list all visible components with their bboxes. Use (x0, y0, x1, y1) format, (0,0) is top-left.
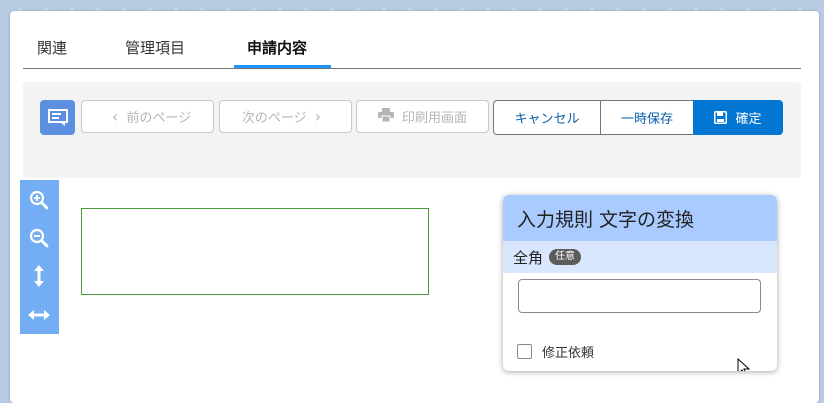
cancel-button[interactable]: キャンセル (493, 100, 600, 135)
optional-badge: 任意 (549, 249, 582, 265)
temporary-save-button[interactable]: 一時保存 (600, 100, 693, 135)
confirm-button[interactable]: 確定 (693, 100, 783, 135)
document-view-button[interactable] (40, 100, 75, 135)
prev-page-label: 前のページ (126, 111, 192, 126)
chevron-left-icon: ‹ (111, 107, 119, 126)
correction-request-checkbox[interactable] (517, 344, 532, 359)
conversion-input[interactable] (518, 279, 761, 313)
input-rule-popup: 入力規則 文字の変換 全角 任意 修正依頼 (503, 195, 777, 371)
tab-application[interactable]: 申請内容 (247, 37, 307, 58)
print-view-button[interactable]: 印刷用画面 (356, 100, 489, 133)
active-tab-indicator (234, 65, 331, 68)
selected-input-region[interactable] (81, 208, 429, 295)
next-page-label: 次のページ (241, 111, 307, 126)
zoom-toolbar (20, 180, 59, 334)
next-page-button[interactable]: 次のページ › (219, 100, 352, 133)
fit-width-icon[interactable] (28, 304, 50, 326)
save-disk-icon (714, 111, 728, 124)
action-button-group: キャンセル 一時保存 確定 (493, 100, 783, 135)
tab-related[interactable]: 関連 (37, 37, 67, 58)
popup-title: 入力規則 文字の変換 (503, 195, 777, 241)
zoom-out-icon[interactable] (28, 227, 50, 249)
mouse-cursor-icon (737, 358, 751, 371)
tab-bar: 関連 管理項目 申請内容 (23, 11, 801, 69)
confirm-label: 確定 (735, 112, 762, 127)
correction-request-label: 修正依頼 (542, 346, 595, 361)
toolbar: ‹ 前のページ 次のページ › 印刷用画面 キャンセル 一時保存 確定 (23, 82, 801, 178)
prev-page-button[interactable]: ‹ 前のページ (81, 100, 214, 133)
print-view-label: 印刷用画面 (401, 111, 467, 126)
document-icon (47, 108, 68, 126)
field-label: 全角 (513, 248, 544, 267)
zoom-in-icon[interactable] (28, 189, 50, 211)
correction-request-row[interactable]: 修正依頼 (517, 342, 594, 361)
printer-icon (377, 107, 394, 126)
chevron-right-icon: › (314, 107, 322, 126)
popup-field-row: 全角 任意 (503, 241, 777, 273)
tab-management[interactable]: 管理項目 (125, 37, 185, 58)
fit-height-icon[interactable] (28, 265, 50, 287)
